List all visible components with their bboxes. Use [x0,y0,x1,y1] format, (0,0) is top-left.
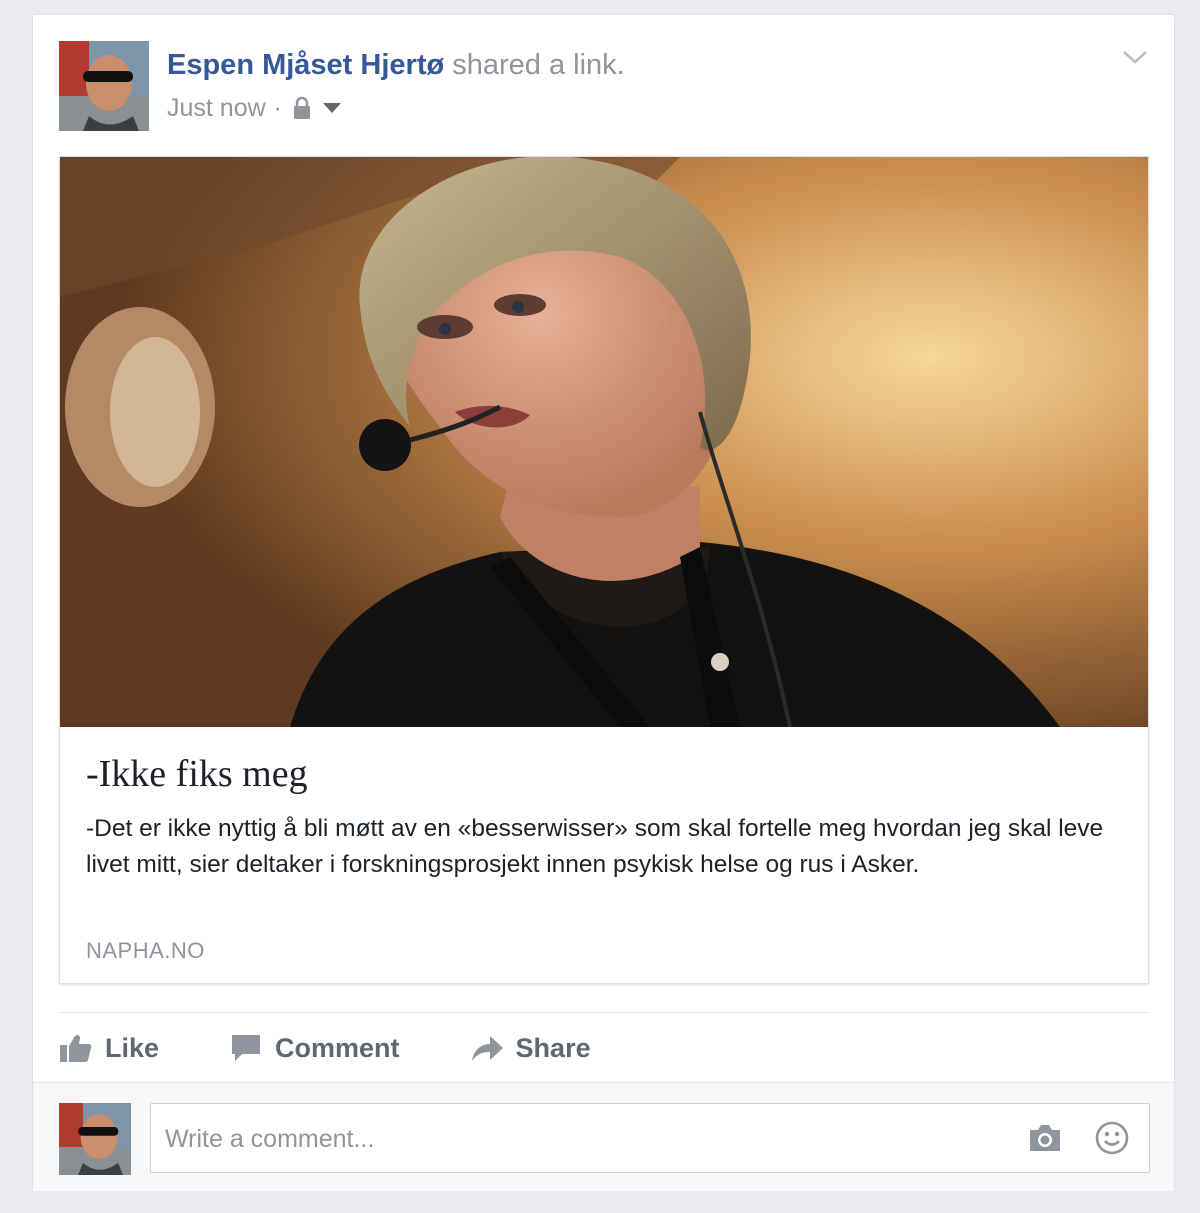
post-header: Espen Mjåset Hjertø shared a link. Just … [59,41,1148,133]
camera-icon[interactable] [1027,1123,1063,1153]
share-button[interactable]: Share [470,1033,591,1064]
post-title-line: Espen Mjåset Hjertø shared a link. [167,47,625,83]
share-arrow-icon [471,1036,503,1061]
speech-bubble-icon [232,1035,261,1061]
comment-input[interactable] [163,1116,1007,1162]
link-domain: NAPHA.NO [86,938,205,963]
post-action-text: shared a link. [452,49,625,81]
post-actions: Like Comment Share [59,1026,661,1070]
feed-post: Espen Mjåset Hjertø shared a link. Just … [32,14,1175,1191]
comment-button[interactable]: Comment [229,1033,400,1064]
comment-label: Comment [275,1032,400,1063]
audience-caret-down-icon[interactable] [322,101,342,115]
post-meta: Just now · [167,92,342,124]
link-title[interactable]: -Ikke fiks meg [86,751,308,797]
commenter-avatar[interactable] [59,1103,131,1175]
share-label: Share [515,1032,591,1063]
meta-separator: · [273,94,282,122]
lock-icon [294,96,310,119]
post-timestamp[interactable]: Just now [167,92,266,124]
link-preview-image[interactable] [60,157,1148,727]
like-label: Like [105,1032,160,1063]
chevron-down-icon[interactable] [1122,49,1148,65]
author-name[interactable]: Espen Mjåset Hjertø [167,49,444,81]
author-avatar[interactable] [59,41,149,131]
comment-composer [33,1082,1174,1191]
comment-input-box[interactable] [150,1103,1150,1173]
link-preview-card[interactable]: -Ikke fiks meg -Det er ikke nyttig å bli… [59,156,1149,984]
smiley-icon[interactable] [1095,1121,1129,1155]
actions-divider [59,1012,1149,1013]
like-button[interactable]: Like [59,1033,159,1064]
link-description: -Det er ikke nyttig å bli møtt av en «be… [86,815,1104,878]
thumbs-up-icon [60,1034,92,1062]
